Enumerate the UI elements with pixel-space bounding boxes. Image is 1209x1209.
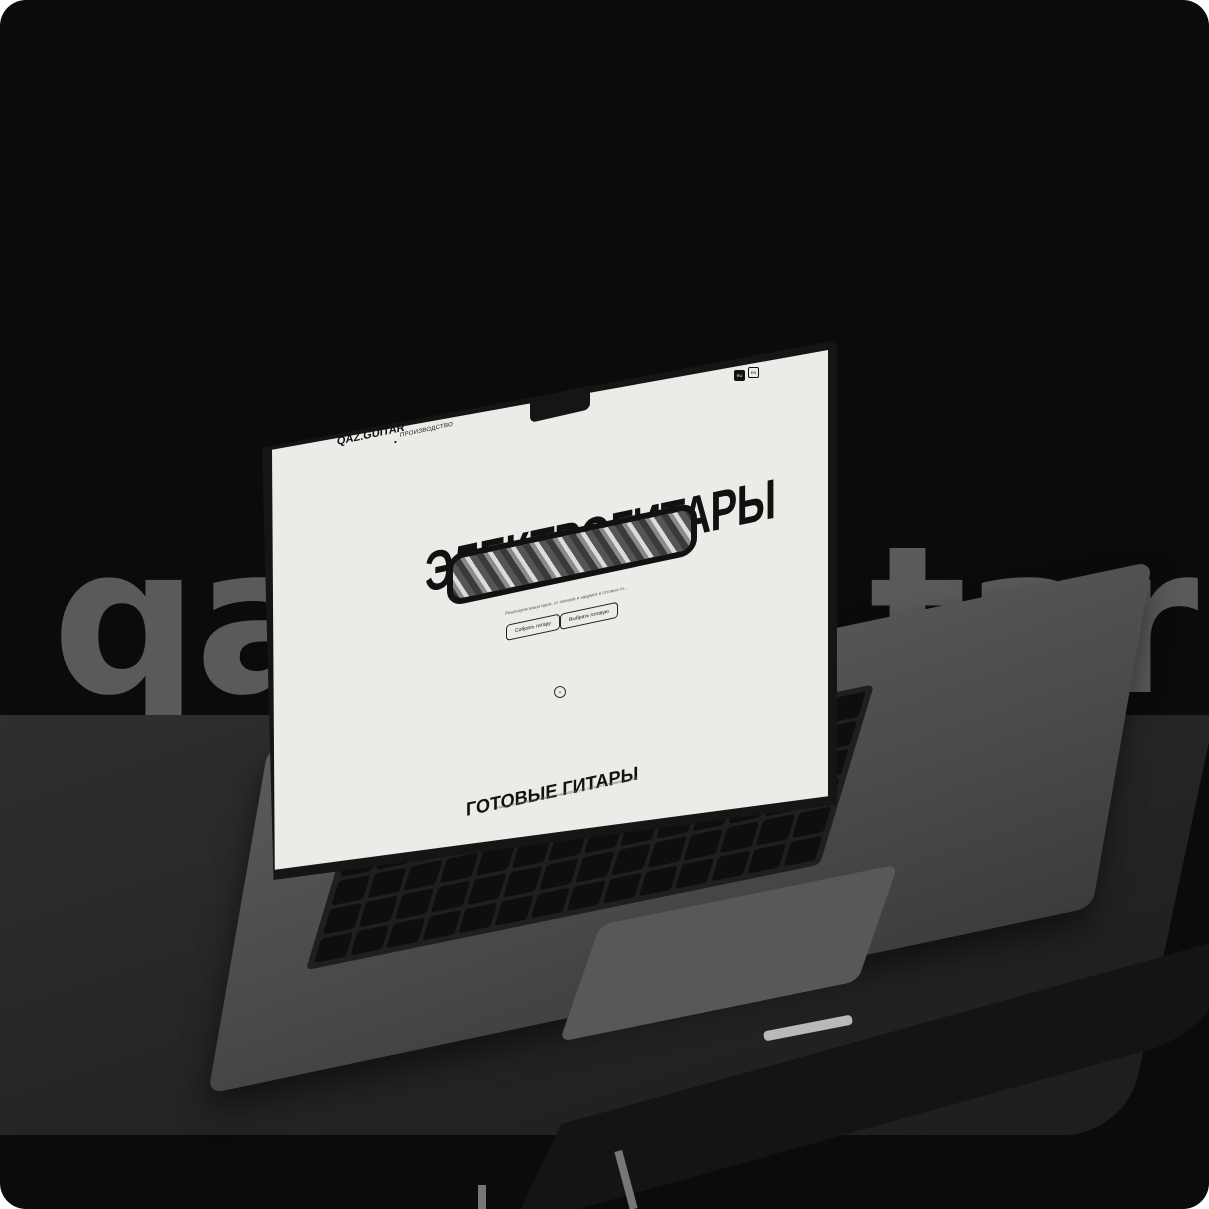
lang-en-button[interactable]: EN bbox=[748, 367, 759, 378]
keyboard-key bbox=[403, 859, 443, 891]
nav-separator: • bbox=[394, 437, 397, 447]
keyboard-key bbox=[314, 931, 354, 964]
lang-ru-button[interactable]: RU bbox=[734, 370, 745, 381]
keyboard-key bbox=[350, 924, 390, 956]
keyboard-key bbox=[331, 874, 371, 906]
keyboard-key bbox=[322, 902, 362, 935]
keyboard-key bbox=[783, 835, 823, 867]
keyboard-key bbox=[458, 901, 498, 934]
keyboard-key bbox=[575, 850, 615, 883]
keyboard-key bbox=[675, 857, 715, 889]
keyboard-key bbox=[683, 828, 723, 861]
mockup-canvas: qatar QAZ.GUITAR • ПРОИЗВОДСТВО RU EN ЭЛ… bbox=[0, 0, 1209, 1209]
keyboard-key bbox=[747, 842, 787, 874]
keyboard-key bbox=[494, 894, 534, 926]
keyboard-key bbox=[530, 887, 570, 919]
keyboard-key bbox=[602, 872, 643, 904]
keyboard-key bbox=[539, 858, 579, 890]
keyboard-key bbox=[394, 888, 435, 920]
keyboard-key bbox=[647, 836, 687, 868]
keyboard-key bbox=[566, 879, 607, 912]
keyboard-key bbox=[719, 821, 760, 853]
keyboard-key bbox=[467, 873, 507, 905]
chevron-down-icon[interactable]: ⌄ bbox=[554, 686, 566, 698]
keyboard-key bbox=[367, 866, 407, 899]
keyboard-key bbox=[358, 895, 399, 927]
desk-leg bbox=[478, 1185, 486, 1209]
keyboard-key bbox=[422, 909, 462, 941]
keyboard-key bbox=[611, 843, 651, 875]
keyboard-key bbox=[503, 865, 543, 898]
keyboard-key bbox=[792, 806, 832, 838]
keyboard-key bbox=[431, 880, 471, 913]
keyboard-key bbox=[711, 850, 751, 882]
keyboard-key bbox=[755, 813, 796, 846]
keyboard-key bbox=[639, 864, 679, 897]
keyboard-key bbox=[386, 916, 426, 949]
